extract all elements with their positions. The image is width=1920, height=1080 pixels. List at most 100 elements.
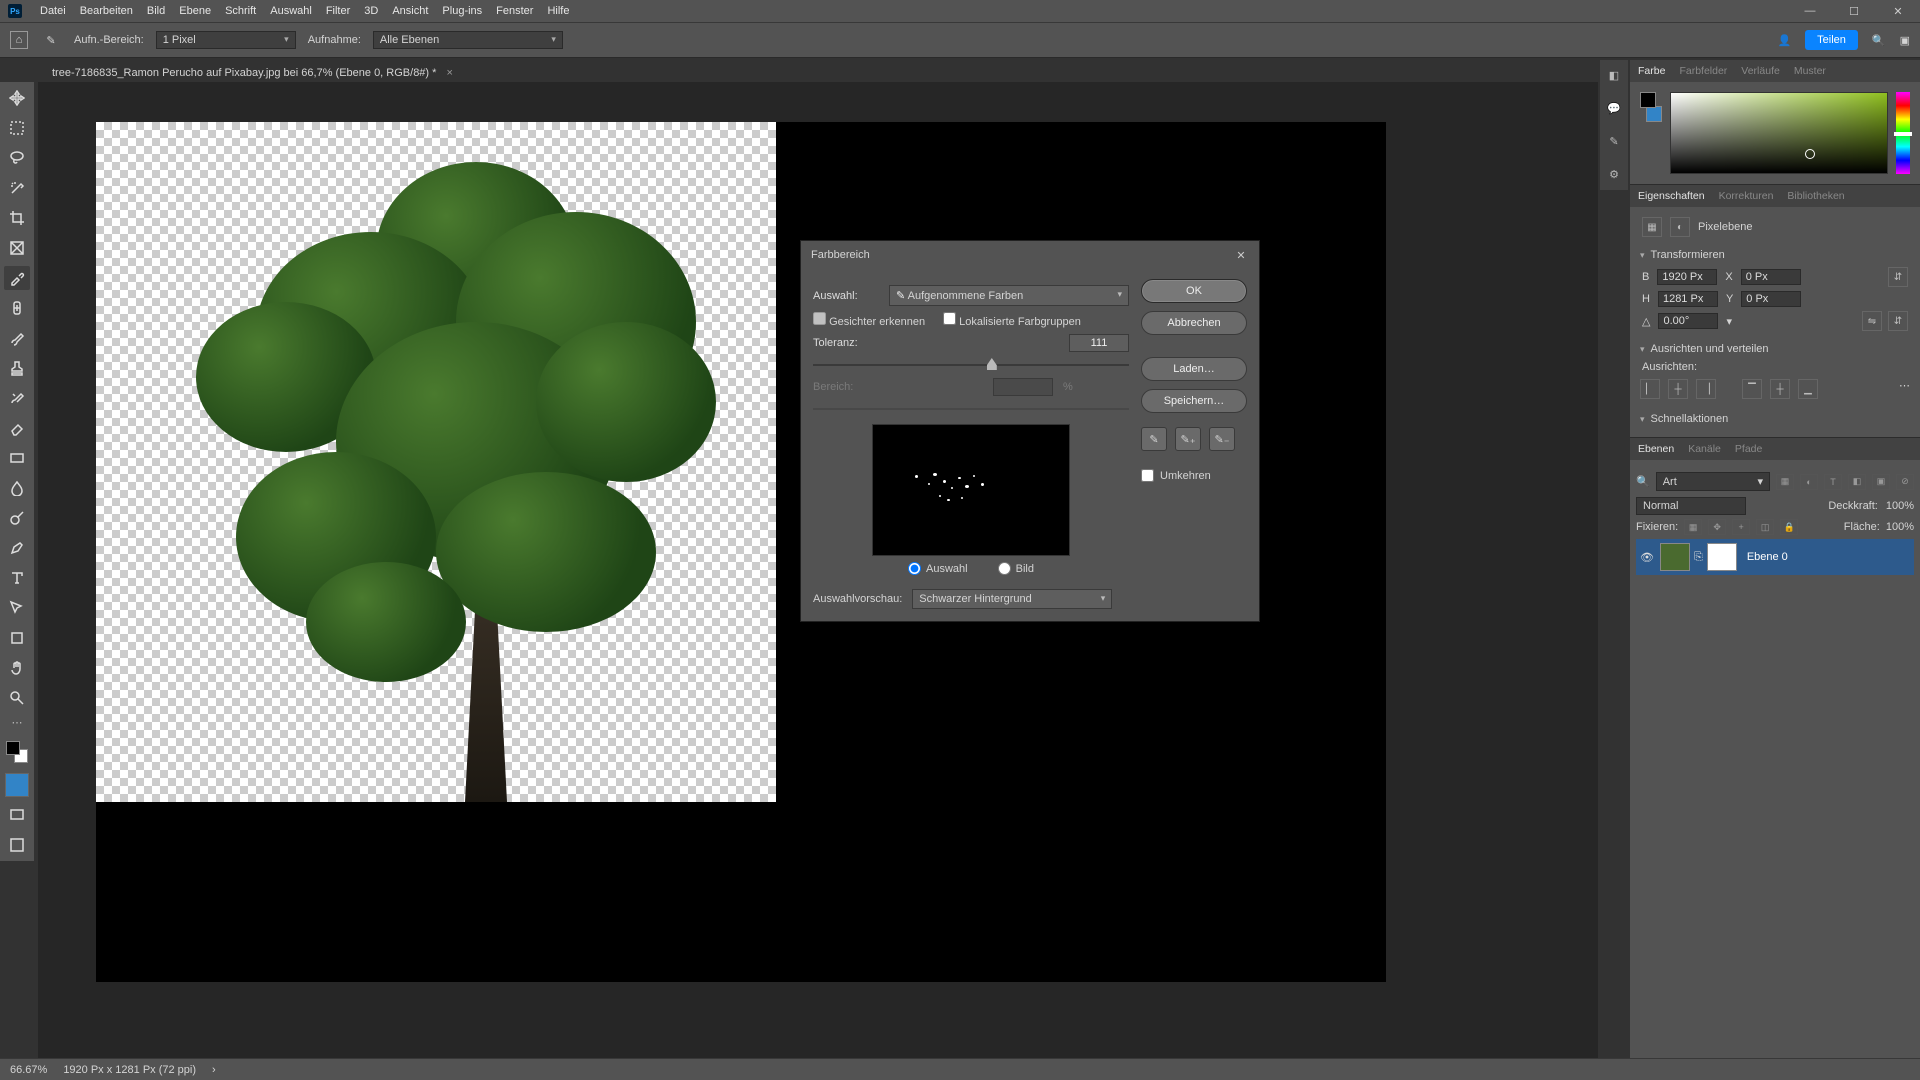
- angle-field[interactable]: [1658, 313, 1718, 329]
- tab-paths[interactable]: Pfade: [1735, 443, 1762, 455]
- tab-channels[interactable]: Kanäle: [1688, 443, 1721, 455]
- tab-patterns[interactable]: Muster: [1794, 65, 1826, 77]
- visibility-icon[interactable]: 👁: [1640, 551, 1656, 564]
- section-align[interactable]: Ausrichten und verteilen: [1638, 339, 1912, 359]
- angle-dropdown-icon[interactable]: ▾: [1726, 315, 1732, 328]
- link-wh-icon[interactable]: ⇵: [1888, 267, 1908, 287]
- gradient-tool[interactable]: [4, 446, 30, 470]
- sample-size-dropdown[interactable]: 1 Pixel: [156, 31, 296, 49]
- cancel-button[interactable]: Abbrechen: [1141, 311, 1247, 335]
- opacity-value[interactable]: 100%: [1886, 500, 1914, 512]
- load-button[interactable]: Laden…: [1141, 357, 1247, 381]
- radio-selection[interactable]: Auswahl: [908, 562, 968, 575]
- stamp-tool[interactable]: [4, 356, 30, 380]
- lock-artboard-icon[interactable]: ◫: [1756, 519, 1774, 535]
- tool-preset-icon[interactable]: ✎: [40, 34, 62, 47]
- type-tool[interactable]: [4, 566, 30, 590]
- shape-tool[interactable]: [4, 626, 30, 650]
- filter-toggle-icon[interactable]: ⊘: [1896, 474, 1914, 490]
- height-field[interactable]: [1658, 291, 1718, 307]
- filter-smart-icon[interactable]: ▣: [1872, 474, 1890, 490]
- section-transform[interactable]: Transformieren: [1638, 245, 1912, 265]
- crop-tool[interactable]: [4, 206, 30, 230]
- cloud-icon[interactable]: 👤: [1777, 34, 1791, 47]
- home-icon[interactable]: ⌂: [10, 31, 28, 49]
- close-icon[interactable]: ✕: [1876, 0, 1920, 22]
- frame-tool[interactable]: [4, 236, 30, 260]
- blur-tool[interactable]: [4, 476, 30, 500]
- eyedropper-add-icon[interactable]: ✎₊: [1175, 427, 1201, 451]
- marquee-tool[interactable]: [4, 116, 30, 140]
- menu-item[interactable]: Fenster: [496, 5, 533, 17]
- document-tab[interactable]: tree-7186835_Ramon Perucho auf Pixabay.j…: [42, 63, 463, 82]
- color-swatches[interactable]: [6, 741, 28, 763]
- share-button[interactable]: Teilen: [1805, 30, 1858, 50]
- menu-item[interactable]: Plug-ins: [442, 5, 482, 17]
- tab-swatches[interactable]: Farbfelder: [1679, 65, 1727, 77]
- collapsed-panel-icon[interactable]: ⚙: [1605, 167, 1623, 182]
- screenmode-tool[interactable]: [4, 803, 30, 827]
- radio-image[interactable]: Bild: [998, 562, 1034, 575]
- zoom-value[interactable]: 66.67%: [10, 1064, 47, 1076]
- tab-color[interactable]: Farbe: [1638, 65, 1665, 77]
- tab-libraries[interactable]: Bibliotheken: [1787, 190, 1844, 202]
- menu-item[interactable]: Schrift: [225, 5, 256, 17]
- move-tool[interactable]: [4, 86, 30, 110]
- flip-v-icon[interactable]: ⇵: [1888, 311, 1908, 331]
- layer-name[interactable]: Ebene 0: [1747, 551, 1788, 563]
- eyedropper-icon[interactable]: ✎: [1141, 427, 1167, 451]
- path-tool[interactable]: [4, 596, 30, 620]
- filter-pixel-icon[interactable]: ▦: [1776, 474, 1794, 490]
- menu-item[interactable]: Ansicht: [392, 5, 428, 17]
- menu-item[interactable]: Bearbeiten: [80, 5, 133, 17]
- menu-item[interactable]: Ebene: [179, 5, 211, 17]
- align-hcenter-icon[interactable]: ┼: [1668, 379, 1688, 399]
- lock-icon[interactable]: 🔒: [1780, 519, 1798, 535]
- tab-properties[interactable]: Eigenschaften: [1638, 190, 1705, 202]
- x-field[interactable]: [1741, 269, 1801, 285]
- workspace-icon[interactable]: ▣: [1900, 34, 1910, 47]
- maximize-icon[interactable]: ☐: [1832, 0, 1876, 22]
- align-top-icon[interactable]: ▔: [1742, 379, 1762, 399]
- filter-type-dropdown[interactable]: Art▾: [1656, 472, 1770, 491]
- lock-pos-icon[interactable]: ✥: [1708, 519, 1726, 535]
- menu-item[interactable]: Auswahl: [270, 5, 312, 17]
- lasso-tool[interactable]: [4, 146, 30, 170]
- tolerance-slider[interactable]: [813, 358, 1129, 372]
- ok-button[interactable]: OK: [1141, 279, 1247, 303]
- zoom-tool[interactable]: [4, 686, 30, 710]
- hand-tool[interactable]: [4, 656, 30, 680]
- align-right-icon[interactable]: ▕: [1696, 379, 1716, 399]
- width-field[interactable]: [1657, 269, 1717, 285]
- lock-pixels-icon[interactable]: +: [1732, 519, 1750, 535]
- menu-item[interactable]: Datei: [40, 5, 66, 17]
- toolbar-more-icon[interactable]: ⋯: [12, 716, 23, 729]
- preview-mode-dropdown[interactable]: Schwarzer Hintergrund: [912, 589, 1112, 609]
- select-dropdown[interactable]: ✎ Aufgenommene Farben: [889, 285, 1129, 306]
- sample-layers-dropdown[interactable]: Alle Ebenen: [373, 31, 563, 49]
- hue-slider[interactable]: [1896, 92, 1910, 174]
- fill-value[interactable]: 100%: [1886, 521, 1914, 533]
- search-icon[interactable]: 🔍: [1872, 34, 1886, 47]
- tab-adjustments[interactable]: Korrekturen: [1719, 190, 1774, 202]
- filter-shape-icon[interactable]: ◧: [1848, 474, 1866, 490]
- filter-type-icon[interactable]: T: [1824, 474, 1842, 490]
- minimize-icon[interactable]: —: [1788, 0, 1832, 22]
- flip-h-icon[interactable]: ⇋: [1862, 311, 1882, 331]
- tab-layers[interactable]: Ebenen: [1638, 443, 1674, 455]
- layer-thumbnail[interactable]: [1660, 543, 1690, 571]
- local-clusters-checkbox[interactable]: Lokalisierte Farbgruppen: [943, 312, 1081, 328]
- filter-search-icon[interactable]: 🔍: [1636, 475, 1650, 488]
- screenmode2-tool[interactable]: [4, 833, 30, 857]
- section-quick[interactable]: Schnellaktionen: [1638, 409, 1912, 429]
- pen-tool[interactable]: [4, 536, 30, 560]
- color-field[interactable]: [1670, 92, 1888, 174]
- history-brush-tool[interactable]: [4, 386, 30, 410]
- collapsed-panel-icon[interactable]: 💬: [1605, 101, 1623, 116]
- dodge-tool[interactable]: [4, 506, 30, 530]
- menu-item[interactable]: 3D: [364, 5, 378, 17]
- dialog-close-icon[interactable]: ✕: [1233, 247, 1249, 263]
- healing-tool[interactable]: [4, 296, 30, 320]
- menu-item[interactable]: Filter: [326, 5, 350, 17]
- quickmask-swatch[interactable]: [5, 773, 29, 797]
